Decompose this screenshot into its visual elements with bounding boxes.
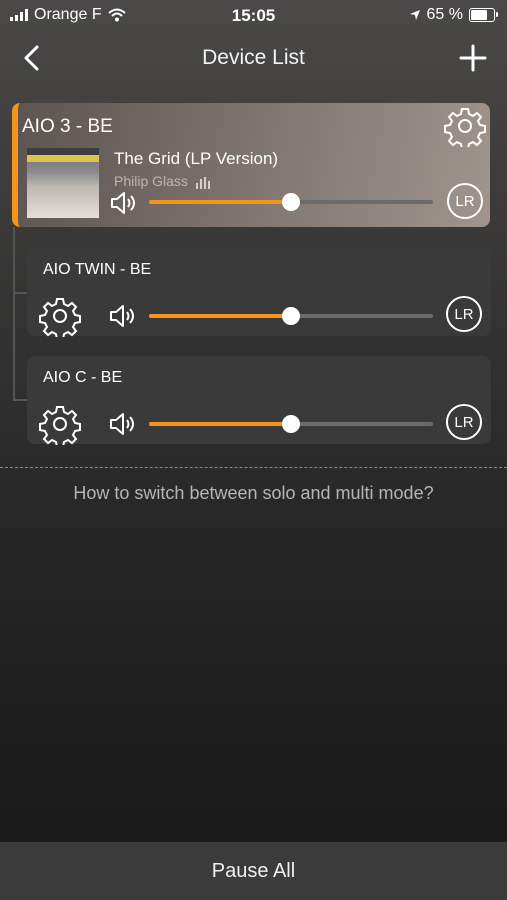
channel-lr-button[interactable]: LR [446,404,482,440]
nav-bar: Device List [0,32,507,86]
artist-name: Philip Glass [114,173,188,189]
page-title: Device List [202,46,305,69]
section-divider [0,467,507,468]
speaker-icon[interactable] [109,191,137,215]
bottom-bar: Pause All [0,842,507,900]
volume-knob[interactable] [282,193,300,211]
device-name: AIO TWIN - BE [43,261,152,278]
battery-percent: 65 % [426,6,463,23]
settings-gear-icon[interactable] [39,403,81,445]
group-connector [13,227,15,400]
channel-lr-button[interactable]: LR [446,296,482,332]
volume-slider[interactable] [149,193,433,211]
speaker-icon[interactable] [108,304,136,328]
volume-knob[interactable] [282,415,300,433]
group-connector [13,292,27,294]
equalizer-icon [195,177,210,189]
device-name: AIO 3 - BE [22,116,113,137]
volume-slider[interactable] [149,307,433,325]
volume-knob[interactable] [282,307,300,325]
volume-slider[interactable] [149,415,433,433]
device-name: AIO C - BE [43,369,123,386]
album-art [27,148,99,218]
status-bar: Orange F 15:05 65 % [0,0,507,32]
track-title: The Grid (LP Version) [114,149,279,168]
settings-gear-icon[interactable] [39,295,81,337]
volume-fill [149,200,291,204]
location-arrow-icon [409,10,420,20]
channel-lr-button[interactable]: LR [447,183,483,219]
battery-icon [469,8,498,22]
settings-gear-icon[interactable] [444,105,486,147]
add-device-button[interactable] [457,42,489,74]
volume-fill [149,422,291,426]
group-connector [13,399,27,401]
pause-all-button[interactable]: Pause All [0,860,507,883]
speaker-icon[interactable] [108,412,136,436]
help-link[interactable]: How to switch between solo and multi mod… [0,483,507,504]
device-card-aio-c[interactable]: AIO C - BE LR [27,356,491,445]
device-card-main[interactable]: AIO 3 - BE The Grid (LP Version) Philip … [12,103,490,227]
track-artist: Philip Glass [114,173,210,189]
status-right: 65 % [409,6,498,24]
device-card-aio-twin[interactable]: AIO TWIN - BE LR [27,248,491,337]
volume-fill [149,314,291,318]
